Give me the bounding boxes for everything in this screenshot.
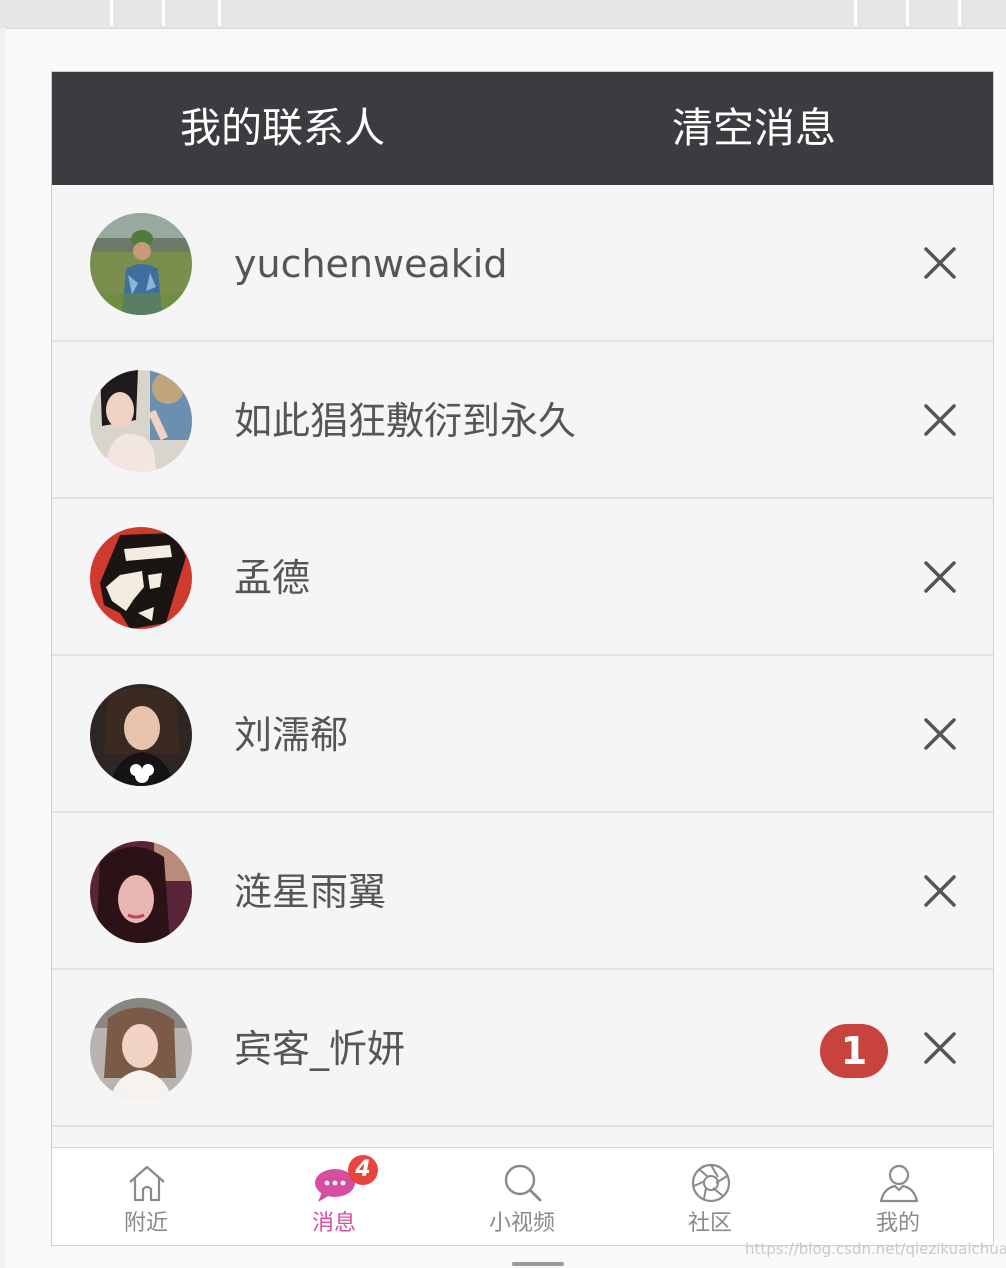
strip-divider: [110, 0, 113, 26]
tab-short-video[interactable]: 小视频: [428, 1148, 616, 1245]
strip-divider: [162, 0, 165, 26]
tab-label: 附近: [123, 1211, 168, 1236]
contact-name: 如此猖狂敷衍到永久: [234, 399, 577, 443]
watermark: https://blog.csdn.net/qiezikuaichuan: [745, 1240, 1006, 1258]
avatar[interactable]: [90, 370, 192, 472]
avatar[interactable]: [90, 998, 192, 1100]
strip-divider: [218, 0, 221, 26]
contact-name: 宾客_忻妍: [234, 1027, 406, 1071]
tab-label: 小视频: [488, 1211, 555, 1236]
tab-me[interactable]: 我的: [804, 1148, 992, 1245]
top-header: 我的联系人 清空消息: [52, 72, 993, 185]
close-icon[interactable]: [920, 400, 960, 440]
clear-messages-button[interactable]: 清空消息: [672, 104, 836, 152]
contact-row[interactable]: 刘濡郗: [52, 656, 993, 813]
strip-divider: [906, 0, 909, 26]
tab-label: 我的: [875, 1211, 920, 1236]
tab-badge: 4: [348, 1155, 378, 1185]
close-icon[interactable]: [920, 557, 960, 597]
avatar[interactable]: [90, 841, 192, 943]
phone-screen: 我的联系人 清空消息 yuchenweakid 如此猖狂敷衍到永久 孟德 刘濡郗…: [51, 71, 994, 1246]
unread-badge: 1: [820, 1024, 888, 1078]
close-icon[interactable]: [920, 243, 960, 283]
home-icon: [129, 1165, 165, 1202]
contact-row[interactable]: 孟德: [52, 499, 993, 656]
contact-name: 刘濡郗: [234, 713, 349, 757]
tab-nearby[interactable]: 附近: [52, 1148, 240, 1245]
contact-row[interactable]: 涟星雨翼: [52, 813, 993, 970]
avatar[interactable]: [90, 684, 192, 786]
close-icon[interactable]: [920, 1028, 960, 1068]
contact-row[interactable]: 宾客_忻妍 1: [52, 970, 993, 1127]
contact-name: 孟德: [234, 556, 311, 600]
contact-row[interactable]: 如此猖狂敷衍到永久: [52, 342, 993, 499]
avatar[interactable]: [90, 527, 192, 629]
tab-community[interactable]: 社区: [616, 1148, 804, 1245]
close-icon[interactable]: [920, 714, 960, 754]
tab-messages[interactable]: 4 消息: [240, 1148, 428, 1245]
strip-divider: [958, 0, 961, 26]
tab-label: 社区: [687, 1211, 732, 1236]
home-indicator: [512, 1262, 564, 1266]
page-title: 我的联系人: [180, 104, 385, 152]
strip-divider: [854, 0, 857, 26]
page-left-edge: [0, 28, 6, 1268]
search-icon: [504, 1164, 542, 1202]
user-icon: [879, 1164, 919, 1203]
browser-top-strip: [0, 0, 1006, 29]
contact-name: 涟星雨翼: [234, 870, 387, 914]
aperture-icon: [691, 1163, 731, 1203]
close-icon[interactable]: [920, 871, 960, 911]
contact-list: yuchenweakid 如此猖狂敷衍到永久 孟德 刘濡郗 涟星雨翼 宾客_忻妍…: [52, 185, 993, 1127]
contact-name: yuchenweakid: [234, 242, 508, 286]
avatar[interactable]: [90, 213, 192, 315]
contact-row[interactable]: yuchenweakid: [52, 185, 993, 342]
bottom-tab-bar: 附近 4 消息 小视频 社区 我的: [52, 1147, 993, 1245]
tab-label: 消息: [311, 1211, 356, 1236]
